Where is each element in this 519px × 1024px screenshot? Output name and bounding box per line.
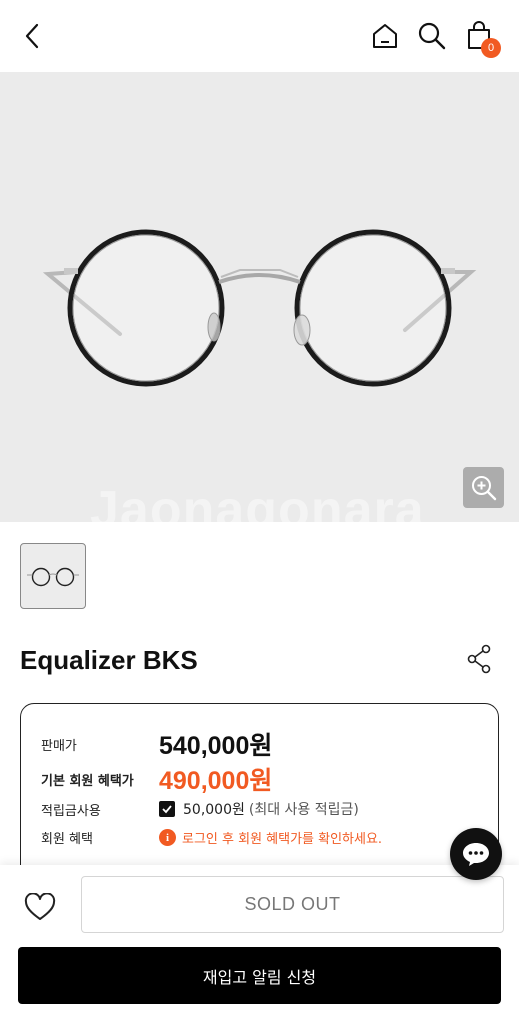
soldout-button[interactable]: SOLD OUT: [81, 876, 504, 933]
share-button[interactable]: [464, 643, 494, 675]
checkmark-icon: [162, 805, 172, 814]
member-benefit-row: 회원 혜택 i 로그인 후 회원 혜택가를 확인하세요.: [41, 828, 382, 847]
member-price-row: 기본 회원 혜택가 490,000원: [41, 761, 272, 797]
share-icon: [467, 644, 491, 674]
chat-bubble-icon: [463, 843, 489, 866]
points-label: 적립금사용: [41, 803, 101, 819]
points-note: (최대 사용 적립금): [248, 802, 359, 818]
info-icon: i: [159, 829, 176, 846]
points-row: 적립금사용 50,000원 (최대 사용 적립금): [41, 799, 359, 819]
cart-count-badge: 0: [481, 38, 501, 58]
sale-price-label: 판매가: [41, 738, 77, 754]
zoom-in-icon: [471, 475, 496, 500]
product-title: Equalizer BKS: [20, 645, 198, 675]
wishlist-button[interactable]: [20, 887, 60, 927]
eyeglasses-thumbnail-image: [27, 567, 79, 587]
points-checkbox[interactable]: [159, 801, 175, 817]
product-thumbnail[interactable]: [20, 543, 86, 609]
member-price-label: 기본 회원 혜택가: [41, 773, 134, 789]
home-icon: [373, 24, 397, 48]
eyeglasses-image: [42, 229, 477, 387]
chat-button[interactable]: [450, 828, 502, 880]
back-button[interactable]: [12, 14, 52, 58]
bottom-action-bar: SOLD OUT 재입고 알림 신청: [0, 865, 519, 1024]
top-header: 0: [0, 0, 519, 72]
search-icon: [418, 22, 446, 50]
product-main-image[interactable]: Jaonagonara: [0, 72, 519, 522]
member-price-value: 490,000원: [159, 767, 273, 795]
member-benefit-label: 회원 혜택: [41, 832, 93, 847]
home-button[interactable]: [365, 14, 405, 58]
sale-price-row: 판매가 540,000원: [41, 726, 272, 762]
heart-icon: [24, 893, 56, 920]
login-benefit-message[interactable]: 로그인 후 회원 혜택가를 확인하세요.: [182, 828, 382, 847]
points-value: 50,000원: [183, 802, 245, 818]
search-button[interactable]: [412, 14, 452, 58]
chevron-left-icon: [25, 23, 39, 49]
sale-price-value: 540,000원: [159, 732, 273, 760]
image-watermark: Jaonagonara: [90, 481, 425, 522]
zoom-button[interactable]: [463, 467, 504, 508]
restock-notify-button[interactable]: 재입고 알림 신청: [18, 947, 501, 1004]
cart-button[interactable]: 0: [459, 14, 501, 58]
